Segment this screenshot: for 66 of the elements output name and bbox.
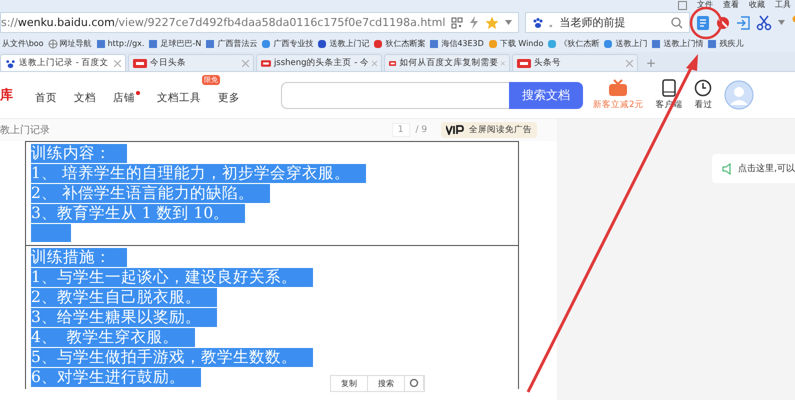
- vip-icon: [446, 125, 466, 135]
- nav-link[interactable]: 店铺: [113, 90, 145, 104]
- bookmark-item[interactable]: 广西专业技: [261, 38, 314, 49]
- block-icon[interactable]: [716, 16, 730, 30]
- nav-link[interactable]: 文档工具: [157, 90, 206, 104]
- bookmark-item[interactable]: http://gx.: [96, 38, 144, 48]
- caret-icon[interactable]: [505, 20, 512, 25]
- annotation-circle: [690, 6, 722, 40]
- menu-item[interactable]: 查看: [723, 0, 739, 10]
- document-icon[interactable]: [696, 14, 710, 30]
- browser-tab[interactable]: 头条号: [512, 54, 638, 71]
- page-icon: [429, 38, 440, 48]
- search-field[interactable]: 。当老师的前提: [525, 12, 690, 33]
- browser-tab[interactable]: 今日头条: [128, 54, 254, 71]
- address-field[interactable]: s://wenku.baidu.com/view/9227ce7d492fb4daa58da0116c175f0e7cd1198a.html: [0, 12, 520, 33]
- bookmark-item[interactable]: 送教上门记: [317, 38, 370, 49]
- bookmark-item[interactable]: 送教上门情: [651, 38, 704, 49]
- bookmark-item[interactable]: 广西普法云: [205, 38, 258, 49]
- nav-link[interactable]: 首页: [35, 90, 62, 104]
- bookmark-item[interactable]: 从文件\boo: [2, 38, 44, 49]
- menu-item[interactable]: 收藏: [749, 0, 765, 10]
- lightning-icon[interactable]: [469, 16, 480, 29]
- search-button[interactable]: 搜索文档: [509, 82, 583, 108]
- bookmark-item[interactable]: 海信43E3D: [429, 38, 484, 49]
- page-count: / 9: [416, 125, 428, 135]
- star-icon[interactable]: [485, 16, 500, 30]
- exit-icon[interactable]: [736, 16, 750, 30]
- close-icon[interactable]: [501, 60, 505, 66]
- globe-icon: [48, 38, 58, 48]
- close-icon[interactable]: [242, 60, 249, 66]
- phone-icon[interactable]: [662, 79, 676, 97]
- page-icon: [148, 38, 158, 48]
- close-icon[interactable]: [372, 60, 377, 66]
- site-logo[interactable]: 库: [0, 86, 13, 104]
- bookmark-item[interactable]: 《狄仁杰断: [547, 38, 600, 49]
- page-icon: [651, 38, 662, 48]
- popup-button[interactable]: 搜索: [368, 376, 405, 391]
- document-title: 教上门记录: [0, 124, 50, 137]
- vip-button[interactable]: 全屏阅读免广告: [441, 122, 538, 138]
- bookmark-item[interactable]: 网址导航: [48, 38, 92, 49]
- bookmark-item[interactable]: 足球巴巴-N: [148, 38, 202, 49]
- bookmark-item[interactable]: 送教上门: [603, 38, 648, 49]
- clock-icon[interactable]: [694, 79, 712, 97]
- page-icon: [707, 38, 718, 48]
- search-input[interactable]: [281, 82, 509, 108]
- bookmark-item[interactable]: 残疾儿: [707, 38, 744, 49]
- caret-icon[interactable]: [778, 20, 786, 25]
- close-icon[interactable]: [114, 60, 121, 66]
- browser-tab[interactable]: 如何从百度文库复制需要: [384, 54, 510, 71]
- nav-link[interactable]: 文档: [74, 90, 101, 104]
- bookmark-item[interactable]: 下载 Windo: [488, 38, 544, 49]
- qr-code-icon[interactable]: [451, 16, 464, 28]
- menu-item[interactable]: 工具: [775, 0, 791, 10]
- page-icon: [96, 38, 106, 48]
- page-icon: [205, 38, 216, 48]
- bookmark-item[interactable]: 狄仁杰断案: [373, 38, 426, 49]
- close-icon[interactable]: [626, 60, 633, 66]
- nav-link[interactable]: 更多: [218, 90, 245, 104]
- popup-button[interactable]: 复制: [331, 376, 368, 391]
- search-icon[interactable]: [671, 16, 684, 28]
- browser-tab[interactable]: 送教上门记录 - 百度文: [0, 54, 126, 71]
- browser-tab[interactable]: jssheng的头条主页 - 今: [256, 54, 382, 71]
- scissors-icon[interactable]: [756, 14, 772, 30]
- history-label[interactable]: 看过: [694, 99, 712, 111]
- tip-card[interactable]: 点击这里,可以: [712, 154, 795, 183]
- avatar-icon[interactable]: [724, 80, 754, 110]
